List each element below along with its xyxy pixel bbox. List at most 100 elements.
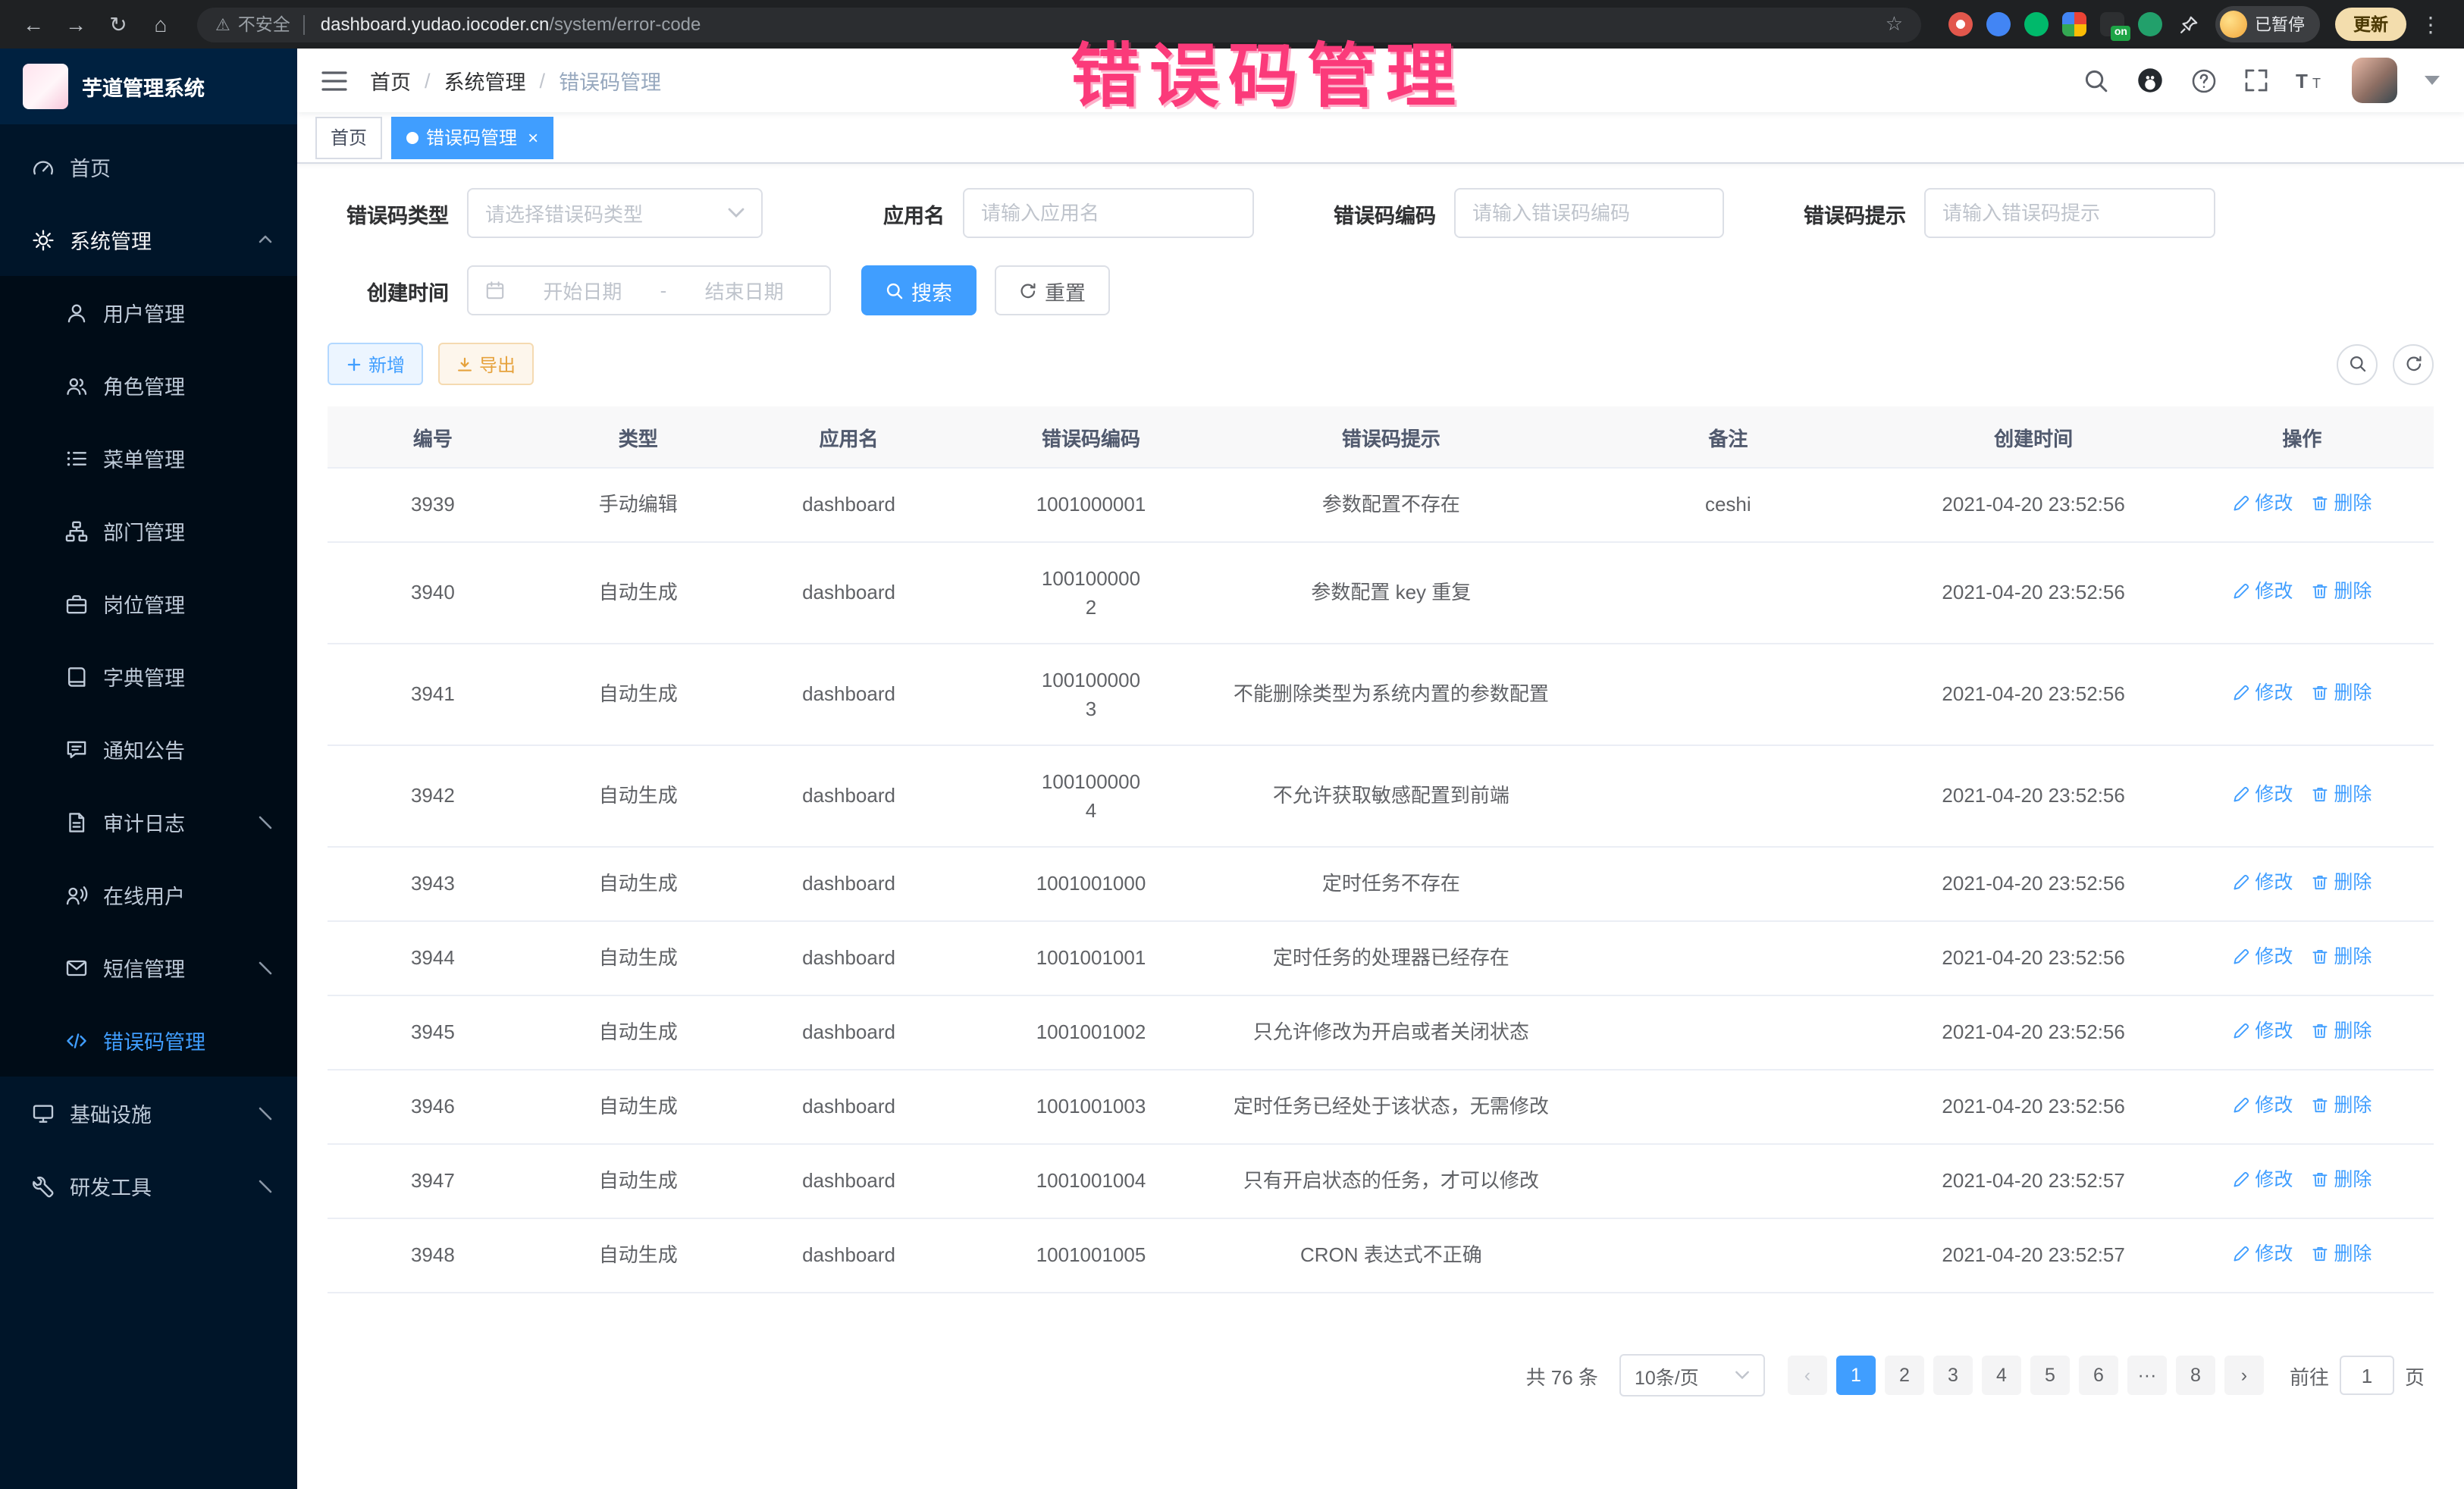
address-bar[interactable]: ⚠ 不安全 dashboard.yudao.iocoder.cn /system… bbox=[197, 7, 1921, 42]
export-button[interactable]: 导出 bbox=[438, 343, 534, 385]
browser-profile-chip[interactable]: 已暂停 bbox=[2215, 6, 2320, 42]
error-type-select[interactable]: 请选择错误码类型 bbox=[467, 188, 763, 238]
delete-link[interactable]: 删除 bbox=[2311, 780, 2372, 809]
sidebar-item-基础设施[interactable]: 基础设施 bbox=[0, 1077, 297, 1149]
page-more-button[interactable]: ··· bbox=[2127, 1356, 2167, 1395]
user-avatar[interactable] bbox=[2352, 58, 2397, 103]
delete-link[interactable]: 删除 bbox=[2311, 679, 2372, 707]
breadcrumb-home[interactable]: 首页 bbox=[370, 65, 411, 96]
page-button-2[interactable]: 2 bbox=[1885, 1356, 1924, 1395]
extension-icon[interactable] bbox=[1986, 12, 2011, 36]
edit-link[interactable]: 修改 bbox=[2232, 780, 2293, 809]
prev-page-button[interactable]: ‹ bbox=[1788, 1356, 1827, 1395]
table-row: 3948自动生成dashboard1001001005CRON 表达式不正确20… bbox=[328, 1218, 2434, 1293]
bookmark-star-icon[interactable]: ☆ bbox=[1886, 12, 1903, 36]
cell-actions: 修改删除 bbox=[2171, 542, 2434, 644]
delete-link[interactable]: 删除 bbox=[2311, 577, 2372, 606]
cell-app: dashboard bbox=[738, 542, 960, 644]
edit-link[interactable]: 修改 bbox=[2232, 679, 2293, 707]
sidebar-item-角色管理[interactable]: 角色管理 bbox=[0, 349, 297, 422]
page-button-4[interactable]: 4 bbox=[1982, 1356, 2021, 1395]
sidebar-item-研发工具[interactable]: 研发工具 bbox=[0, 1149, 297, 1222]
tag-home[interactable]: 首页 bbox=[315, 116, 382, 158]
edit-link[interactable]: 修改 bbox=[2232, 1165, 2293, 1194]
delete-link[interactable]: 删除 bbox=[2311, 868, 2372, 897]
sidebar-item-错误码管理[interactable]: 错误码管理 bbox=[0, 1004, 297, 1077]
back-icon[interactable]: ← bbox=[15, 6, 52, 42]
github-icon[interactable] bbox=[2136, 67, 2164, 94]
edit-link[interactable]: 修改 bbox=[2232, 868, 2293, 897]
reset-button[interactable]: 重置 bbox=[995, 265, 1110, 315]
sidebar-item-系统管理[interactable]: 系统管理 bbox=[0, 203, 297, 276]
sidebar-item-菜单管理[interactable]: 菜单管理 bbox=[0, 422, 297, 494]
url-path: /system/error-code bbox=[549, 14, 701, 35]
sidebar-item-通知公告[interactable]: 通知公告 bbox=[0, 713, 297, 785]
sms-icon bbox=[64, 955, 88, 980]
column-header: 操作 bbox=[2171, 406, 2434, 468]
edit-link[interactable]: 修改 bbox=[2232, 1091, 2293, 1120]
delete-link[interactable]: 删除 bbox=[2311, 942, 2372, 971]
extension-icon[interactable] bbox=[2024, 12, 2049, 36]
extension-icon[interactable] bbox=[1948, 12, 1973, 36]
hamburger-icon[interactable] bbox=[321, 69, 347, 92]
page-content: 错误码类型 请选择错误码类型 应用名 错误码编码 bbox=[297, 164, 2464, 1489]
extensions-pin-icon[interactable] bbox=[2176, 12, 2200, 36]
help-icon[interactable] bbox=[2191, 67, 2217, 93]
extension-icon[interactable] bbox=[2062, 12, 2086, 36]
sidebar-item-用户管理[interactable]: 用户管理 bbox=[0, 276, 297, 349]
page-size-select[interactable]: 10条/页 bbox=[1619, 1354, 1765, 1397]
app-name-input[interactable] bbox=[963, 188, 1254, 238]
page-button-8[interactable]: 8 bbox=[2176, 1356, 2215, 1395]
date-range-picker[interactable]: 开始日期 - 结束日期 bbox=[467, 265, 831, 315]
sidebar-item-部门管理[interactable]: 部门管理 bbox=[0, 494, 297, 567]
sidebar-item-岗位管理[interactable]: 岗位管理 bbox=[0, 567, 297, 640]
sidebar-item-首页[interactable]: 首页 bbox=[0, 130, 297, 203]
browser-update-button[interactable]: 更新 bbox=[2335, 8, 2406, 41]
error-type-label: 错误码类型 bbox=[328, 198, 449, 228]
header-search-icon[interactable] bbox=[2083, 67, 2109, 93]
delete-link[interactable]: 删除 bbox=[2311, 1017, 2372, 1045]
edit-link[interactable]: 修改 bbox=[2232, 942, 2293, 971]
edit-link[interactable]: 修改 bbox=[2232, 1240, 2293, 1268]
sidebar-item-短信管理[interactable]: 短信管理 bbox=[0, 931, 297, 1004]
search-button[interactable]: 搜索 bbox=[861, 265, 977, 315]
reload-icon[interactable]: ↻ bbox=[100, 6, 136, 42]
browser-home-icon[interactable]: ⌂ bbox=[143, 6, 179, 42]
edit-link[interactable]: 修改 bbox=[2232, 1017, 2293, 1045]
avatar-caret-icon[interactable] bbox=[2425, 76, 2440, 85]
delete-link[interactable]: 删除 bbox=[2311, 1165, 2372, 1194]
tag-error-code[interactable]: 错误码管理 × bbox=[391, 116, 553, 158]
page-button-1[interactable]: 1 bbox=[1836, 1356, 1876, 1395]
delete-link[interactable]: 删除 bbox=[2311, 1240, 2372, 1268]
app-logo[interactable]: 芋道管理系统 bbox=[0, 49, 297, 124]
sidebar-item-在线用户[interactable]: 在线用户 bbox=[0, 858, 297, 931]
refresh-table-button[interactable] bbox=[2393, 343, 2434, 384]
edit-link[interactable]: 修改 bbox=[2232, 489, 2293, 518]
breadcrumb-system[interactable]: 系统管理 bbox=[444, 65, 526, 96]
forward-icon[interactable]: → bbox=[58, 6, 94, 42]
error-msg-input[interactable] bbox=[1924, 188, 2215, 238]
cell-type: 自动生成 bbox=[538, 1144, 738, 1218]
page-button-5[interactable]: 5 bbox=[2030, 1356, 2070, 1395]
cell-msg: 不允许获取敏感配置到前端 bbox=[1223, 745, 1560, 847]
page-button-3[interactable]: 3 bbox=[1933, 1356, 1973, 1395]
extension-icon[interactable] bbox=[2138, 12, 2162, 36]
add-button[interactable]: 新增 bbox=[328, 343, 423, 385]
font-size-icon[interactable]: TT bbox=[2296, 68, 2324, 92]
sidebar-item-字典管理[interactable]: 字典管理 bbox=[0, 640, 297, 713]
page-button-6[interactable]: 6 bbox=[2079, 1356, 2118, 1395]
toggle-search-button[interactable] bbox=[2337, 343, 2378, 384]
extension-icon[interactable]: on bbox=[2100, 12, 2124, 36]
sidebar-item-审计日志[interactable]: 审计日志 bbox=[0, 785, 297, 858]
tag-close-icon[interactable]: × bbox=[528, 128, 538, 146]
error-code-input[interactable] bbox=[1454, 188, 1724, 238]
next-page-button[interactable]: › bbox=[2224, 1356, 2264, 1395]
delete-link[interactable]: 删除 bbox=[2311, 1091, 2372, 1120]
delete-link[interactable]: 删除 bbox=[2311, 489, 2372, 518]
edit-link[interactable]: 修改 bbox=[2232, 577, 2293, 606]
tag-active-dot bbox=[406, 131, 419, 143]
fullscreen-icon[interactable] bbox=[2244, 68, 2268, 92]
role-icon bbox=[64, 373, 88, 397]
goto-page-input[interactable] bbox=[2340, 1356, 2394, 1395]
browser-menu-icon[interactable]: ⋮ bbox=[2412, 6, 2449, 42]
